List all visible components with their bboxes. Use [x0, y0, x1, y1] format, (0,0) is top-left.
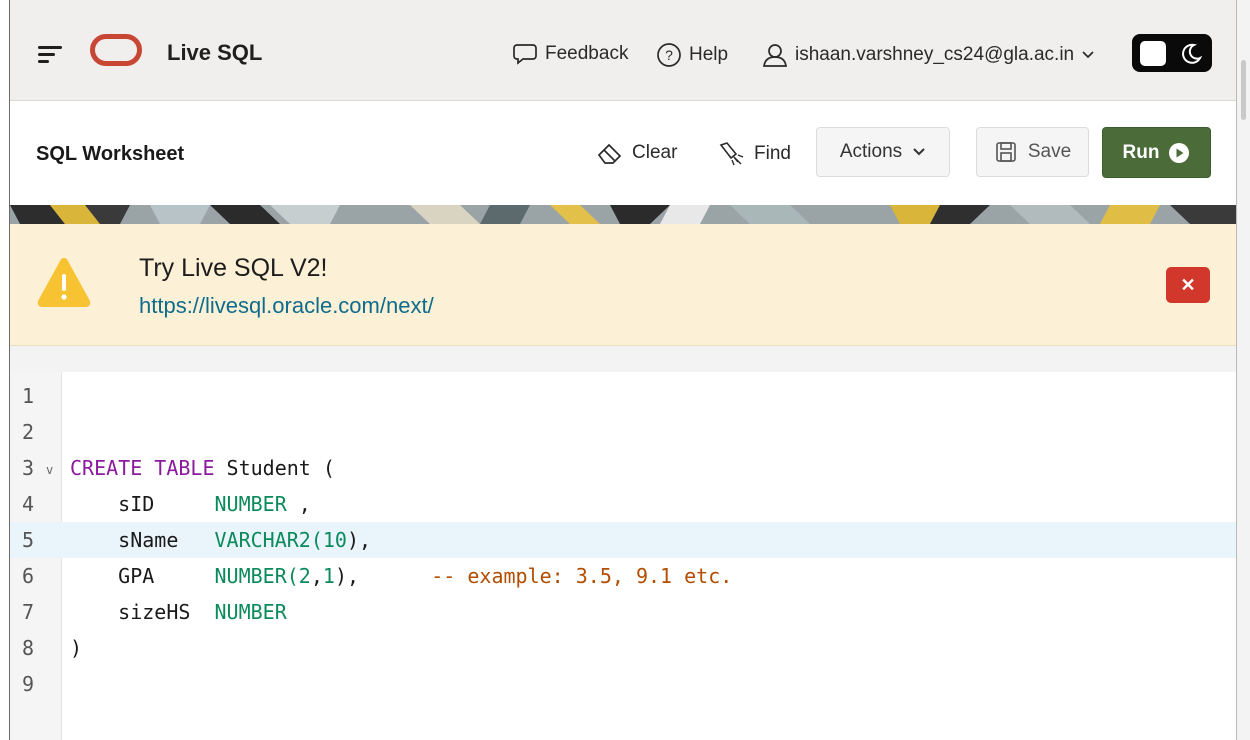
actions-label: Actions: [839, 141, 903, 162]
app-header: Live SQL Feedback ? Help ishaan.varshney…: [10, 0, 1236, 101]
help-label: Help: [689, 44, 729, 65]
code-token: -- example: 3.5, 9.1 etc.: [431, 564, 733, 588]
code-text: GPA NUMBER(2,1), -- example: 3.5, 9.1 et…: [70, 558, 732, 594]
user-menu[interactable]: ishaan.varshney_cs24@gla.ac.in: [762, 42, 1095, 68]
code-line[interactable]: 8): [10, 630, 1236, 666]
code-text: sizeHS NUMBER: [70, 594, 287, 630]
code-token: sizeHS: [70, 600, 215, 624]
code-token: GPA: [70, 564, 215, 588]
eraser-icon: [597, 143, 622, 164]
hamburger-menu-icon[interactable]: [38, 44, 62, 64]
code-token: 1: [322, 564, 335, 588]
line-number: 1: [22, 384, 35, 408]
run-label: Run: [1122, 141, 1160, 163]
code-token: CREATE TABLE: [70, 456, 215, 480]
code-token: 2: [298, 564, 311, 588]
notice-banner: Try Live SQL V2! https://livesql.oracle.…: [10, 224, 1236, 346]
line-number: 2: [22, 420, 35, 444]
app-title[interactable]: Live SQL: [167, 40, 262, 66]
line-number: 4: [22, 492, 35, 516]
line-number: 6: [22, 564, 35, 588]
user-label: ishaan.varshney_cs24@gla.ac.in: [795, 44, 1075, 65]
save-button[interactable]: Save: [976, 127, 1089, 177]
theme-toggle[interactable]: [1132, 34, 1212, 72]
save-label: Save: [1027, 141, 1072, 162]
help-link[interactable]: ? Help: [656, 42, 728, 68]
page-scrollbar-thumb[interactable]: [1241, 60, 1246, 120]
code-token: NUMBER(: [214, 564, 299, 588]
close-notice-button[interactable]: ✕: [1166, 267, 1210, 303]
code-token: ,: [310, 564, 323, 588]
code-line[interactable]: 5 sName VARCHAR2(10),: [10, 522, 1236, 558]
play-icon: [1169, 142, 1190, 163]
toggle-knob: [1140, 41, 1166, 66]
code-token: Student (: [214, 456, 335, 480]
feedback-label: Feedback: [545, 43, 629, 64]
decorative-banner-pattern: [10, 205, 1236, 224]
code-token: ,: [286, 492, 311, 516]
code-token: sID: [70, 492, 215, 516]
feedback-link[interactable]: Feedback: [512, 42, 628, 66]
clear-button[interactable]: Clear: [596, 141, 677, 165]
actions-menu-button[interactable]: Actions: [816, 127, 950, 177]
warning-icon: [37, 258, 91, 307]
code-line[interactable]: 1: [10, 378, 1236, 414]
code-token: sName: [70, 528, 215, 552]
help-icon: ?: [657, 43, 681, 67]
code-token: NUMBER: [214, 600, 287, 624]
find-button[interactable]: Find: [718, 141, 791, 167]
find-label: Find: [754, 143, 791, 164]
floppy-disk-icon: [996, 142, 1016, 162]
line-number: 5: [22, 528, 35, 552]
moon-icon: [1182, 43, 1203, 64]
code-text: sName VARCHAR2(10),: [70, 522, 371, 558]
code-token: ): [70, 636, 83, 660]
pattern-graphic: [10, 205, 1236, 224]
code-line[interactable]: 7 sizeHS NUMBER: [10, 594, 1236, 630]
line-number: 7: [22, 600, 35, 624]
page-title: SQL Worksheet: [36, 143, 185, 165]
chevron-down-icon: [1082, 51, 1094, 59]
run-button[interactable]: Run: [1102, 127, 1211, 178]
user-icon: [763, 44, 787, 67]
notice-title: Try Live SQL V2!: [139, 254, 328, 282]
chevron-down-icon: [913, 148, 925, 156]
code-token: VARCHAR2(: [214, 528, 323, 552]
line-number: 8: [22, 636, 35, 660]
code-text: CREATE TABLE Student (: [70, 450, 335, 486]
code-line[interactable]: 2: [10, 414, 1236, 450]
editor-top-spacer: [10, 346, 1236, 372]
code-token: ),: [334, 564, 432, 588]
code-line[interactable]: 9: [10, 666, 1236, 702]
oracle-logo[interactable]: [90, 34, 142, 66]
code-line[interactable]: 6 GPA NUMBER(2,1), -- example: 3.5, 9.1 …: [10, 558, 1236, 594]
fold-toggle-icon[interactable]: v: [46, 452, 53, 488]
flashlight-icon: [719, 142, 744, 166]
code-line[interactable]: 3 v CREATE TABLE Student (: [10, 450, 1236, 486]
code-text: ): [70, 630, 82, 666]
svg-text:?: ?: [665, 47, 673, 63]
line-number: 3: [22, 456, 35, 480]
line-number: 9: [22, 672, 35, 696]
code-text: sID NUMBER ,: [70, 486, 311, 522]
code-token: 10: [322, 528, 347, 552]
sql-code-editor[interactable]: 1 2 3 v CREATE TABLE Student (4 sID NUMBER ,…: [10, 372, 1236, 740]
close-icon: ✕: [1180, 274, 1196, 295]
speech-bubble-icon: [513, 44, 537, 65]
worksheet-toolbar: SQL Worksheet Clear Find Actions Save Ru…: [10, 101, 1236, 205]
code-token: ),: [346, 528, 372, 552]
clear-label: Clear: [632, 142, 678, 163]
code-token: NUMBER: [214, 492, 287, 516]
code-line[interactable]: 4 sID NUMBER ,: [10, 486, 1236, 522]
notice-link[interactable]: https://livesql.oracle.com/next/: [139, 293, 434, 319]
